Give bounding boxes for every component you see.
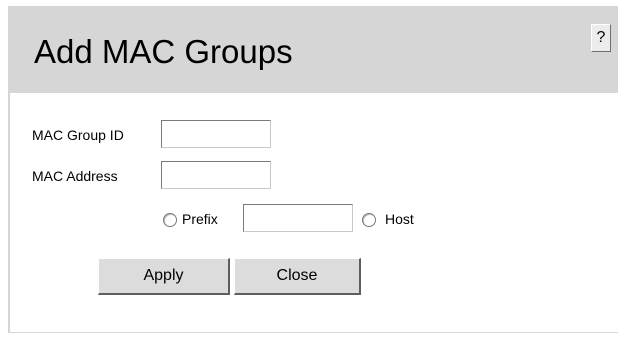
mac-address-label: MAC Address (32, 168, 118, 184)
prefix-radio-label: Prefix (182, 211, 218, 227)
mac-group-id-label: MAC Group ID (32, 127, 124, 143)
host-radio-label: Host (385, 211, 414, 227)
mac-address-input[interactable] (161, 161, 271, 189)
dialog-frame: Add MAC Groups ? MAC Group ID MAC Addres… (8, 6, 618, 333)
help-button[interactable]: ? (591, 24, 611, 52)
apply-button[interactable]: Apply (98, 258, 230, 295)
form-panel: MAC Group ID MAC Address Prefix Host App… (10, 93, 618, 332)
prefix-input[interactable] (243, 204, 353, 232)
dialog-header: Add MAC Groups ? (8, 6, 618, 90)
mac-group-id-input[interactable] (161, 120, 271, 148)
prefix-radio[interactable] (163, 213, 177, 227)
host-radio[interactable] (362, 213, 376, 227)
page-title: Add MAC Groups (34, 33, 293, 70)
close-button[interactable]: Close (234, 258, 361, 295)
